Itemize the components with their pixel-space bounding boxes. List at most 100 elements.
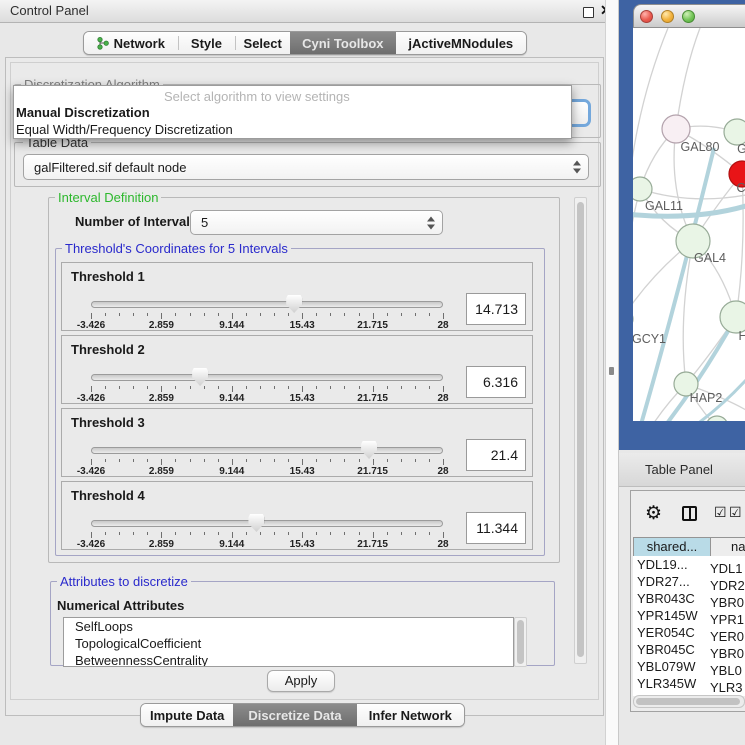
tab-label: Cyni Toolbox: [302, 36, 383, 51]
column-header-name[interactable]: na: [710, 537, 745, 557]
cell-shared-name: YPR145W: [633, 607, 710, 624]
tab-jactivemnodules[interactable]: jActiveMNodules: [396, 32, 526, 54]
slider-track[interactable]: [91, 447, 443, 454]
tab-select[interactable]: Select: [235, 32, 290, 54]
threshold-value-field[interactable]: 21.4: [466, 439, 526, 471]
minimize-light[interactable]: [661, 10, 674, 23]
tab-style[interactable]: Style: [178, 32, 236, 54]
attributes-scrollbar-thumb[interactable]: [517, 620, 524, 664]
attribute-item-topologicalcoefficient[interactable]: TopologicalCoefficient: [64, 635, 513, 652]
slider-tick-label: 21.715: [357, 539, 388, 550]
settings-scrollbar-thumb[interactable]: [577, 202, 584, 657]
slider-thumb[interactable]: [248, 514, 264, 532]
table-row[interactable]: YBL079WYBL0: [633, 658, 745, 675]
slider-tick: [119, 386, 120, 389]
number-of-intervals-combobox[interactable]: 5: [190, 210, 443, 235]
attribute-item-selfloops[interactable]: SelfLoops: [64, 618, 513, 635]
network-node-label: GAL4: [694, 251, 726, 265]
numerical-attributes-list[interactable]: SelfLoopsTopologicalCoefficientBetweenne…: [63, 617, 514, 667]
tab-cyni-toolbox[interactable]: Cyni Toolbox: [290, 32, 396, 54]
float-icon[interactable]: [583, 7, 594, 18]
network-node-label: GAL80: [681, 140, 720, 154]
slider-tick: [246, 313, 247, 316]
threshold-label: Threshold 4: [71, 488, 145, 503]
slider-thumb[interactable]: [361, 441, 377, 459]
table-row[interactable]: YBR045CYBR0: [633, 641, 745, 658]
apply-button[interactable]: Apply: [267, 670, 335, 692]
slider-tick: [232, 459, 233, 465]
tab-infer-network[interactable]: Infer Network: [357, 704, 464, 726]
algorithm-hint: Select algorithm to view settings: [164, 89, 350, 104]
slider-tick-label: 2.859: [149, 466, 174, 477]
slider-thumb[interactable]: [192, 368, 208, 386]
slider-thumb[interactable]: [286, 295, 302, 313]
checked-checkbox-icon[interactable]: ☑: [729, 504, 743, 521]
tab-network[interactable]: Network: [84, 32, 178, 54]
slider-tick: [232, 532, 233, 538]
slider-track[interactable]: [91, 520, 443, 527]
algorithm-option-equal-width-frequency-discretization[interactable]: Equal Width/Frequency Discretization: [16, 122, 233, 137]
slider-tick: [133, 532, 134, 535]
divider-grab-handle[interactable]: [609, 367, 614, 375]
slider-tick-label: 21.715: [357, 320, 388, 331]
threshold-value-field[interactable]: 6.316: [466, 366, 526, 398]
network-window-titlebar[interactable]: [633, 4, 745, 28]
slider-tick: [147, 313, 148, 316]
combo-spinner-icon: [427, 216, 435, 229]
attribute-item-betweennesscentrality[interactable]: BetweennessCentrality: [64, 652, 513, 667]
slider-tick: [204, 532, 205, 535]
threshold-value-field[interactable]: 11.344: [466, 512, 526, 544]
threshold-value-field[interactable]: 14.713: [466, 293, 526, 325]
table-data-group: Table Data galFiltered.sif default node: [14, 142, 601, 187]
slider-tick: [190, 313, 191, 316]
table-panel-title: Table Panel: [645, 462, 713, 477]
slider-track[interactable]: [91, 374, 443, 381]
zoom-light[interactable]: [682, 10, 695, 23]
network-node-node-bottom[interactable]: [706, 416, 728, 421]
table-row[interactable]: YBR043CYBR0: [633, 590, 745, 607]
slider-tick: [105, 532, 106, 535]
tab-discretize-data[interactable]: Discretize Data: [233, 704, 356, 726]
table-row[interactable]: YDL19...YDL1: [633, 556, 745, 573]
table-rows[interactable]: YDL19...YDL1YDR27...YDR2YBR043CYBR0YPR14…: [633, 556, 745, 696]
slider-tick: [330, 532, 331, 535]
slider-tick: [218, 532, 219, 535]
table-row[interactable]: YPR145WYPR1: [633, 607, 745, 624]
threshold-label: Threshold 2: [71, 342, 145, 357]
settings-scrollbar[interactable]: [574, 197, 587, 664]
slider-tick: [91, 532, 92, 538]
slider-tick: [443, 313, 444, 319]
slider-tick-label: 28: [437, 539, 448, 550]
gear-icon[interactable]: ⚙: [645, 504, 662, 523]
table-data-combobox[interactable]: galFiltered.sif default node: [23, 154, 589, 180]
slider-tick-label: 15.43: [290, 393, 315, 404]
network-node-label: H: [738, 329, 745, 343]
cell-shared-name: YER054C: [633, 624, 710, 641]
slider-tick: [401, 459, 402, 462]
table-hscrollbar-thumb[interactable]: [636, 698, 740, 705]
tab-label: Discretize Data: [248, 708, 341, 723]
column-header-shared[interactable]: shared...: [633, 537, 711, 557]
network-node-GAL11[interactable]: [633, 177, 652, 201]
close-light[interactable]: [640, 10, 653, 23]
slider-tick-label: 21.715: [357, 466, 388, 477]
control-panel-titlebar: Control Panel ✕: [0, 0, 622, 23]
threshold-2-box: Threshold 2-3.4262.8599.14415.4321.71528…: [61, 335, 533, 404]
attributes-list-scrollbar[interactable]: [514, 617, 527, 667]
table-hscrollbar[interactable]: [633, 695, 745, 708]
algorithm-option-manual-discretization[interactable]: Manual Discretization: [16, 105, 150, 120]
slider-tick: [204, 386, 205, 389]
slider-tick-label: 15.43: [290, 466, 315, 477]
network-canvas[interactable]: GAL80GCGAL11GAL4GCY1HHAP2: [633, 28, 745, 421]
checked-checkbox-icon[interactable]: ☑: [714, 504, 728, 521]
table-row[interactable]: YER054CYER0: [633, 624, 745, 641]
table-row[interactable]: YDR27...YDR2: [633, 573, 745, 590]
slider-track[interactable]: [91, 301, 443, 308]
network-node-label: G: [737, 142, 745, 156]
network-node-GAL80[interactable]: [662, 115, 690, 143]
slider-tick: [316, 313, 317, 316]
tab-impute-data[interactable]: Impute Data: [141, 704, 233, 726]
table-row[interactable]: YLR345WYLR3: [633, 675, 745, 692]
split-columns-icon[interactable]: [682, 506, 697, 521]
slider-tick: [161, 386, 162, 392]
